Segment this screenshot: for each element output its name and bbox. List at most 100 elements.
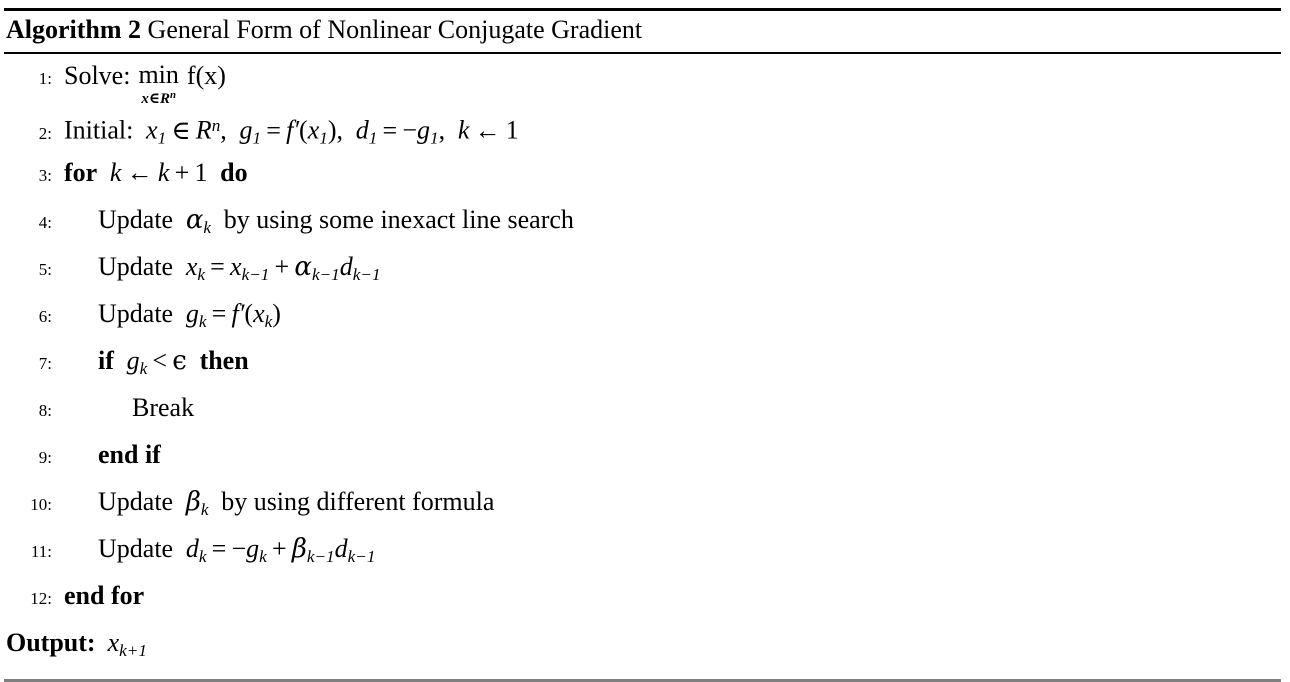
equals-sign: = bbox=[210, 252, 225, 281]
output-var: x bbox=[107, 628, 120, 657]
algorithm-step-10: 10: Update βk by using different formula bbox=[0, 485, 1290, 532]
alpha-sub: k bbox=[203, 217, 211, 237]
step-content: Break bbox=[132, 393, 195, 422]
k-var: k bbox=[109, 158, 122, 187]
step-number: 9: bbox=[38, 448, 52, 467]
step-number: 12: bbox=[30, 589, 52, 608]
step-number: 1: bbox=[38, 69, 52, 88]
neg-g-sub: 1 bbox=[430, 128, 439, 148]
beta-sub: k−1 bbox=[306, 546, 335, 566]
k-var: k bbox=[457, 115, 470, 145]
set-r: R bbox=[195, 115, 212, 145]
min-domain-var: x bbox=[141, 90, 149, 107]
less-than-sign: < bbox=[152, 346, 168, 375]
min-domain-set: R bbox=[159, 90, 170, 107]
keyword-then: then bbox=[199, 346, 249, 375]
equals-sign: = bbox=[211, 534, 227, 563]
g-sub: k bbox=[259, 546, 267, 566]
step-number: 11: bbox=[30, 542, 52, 561]
d-sub: 1 bbox=[368, 128, 378, 148]
d-var: d bbox=[355, 115, 369, 145]
step-10-text: by using different formula bbox=[221, 487, 495, 516]
equals-2: = bbox=[382, 115, 398, 145]
k-value: 1 bbox=[505, 115, 519, 145]
algorithm-step-12: 12: end for bbox=[0, 579, 1290, 626]
element-of-icon: ∈ bbox=[148, 90, 160, 107]
algorithm-title: Algorithm 2 General Form of Nonlinear Co… bbox=[0, 11, 1290, 47]
step-number: 8: bbox=[38, 401, 52, 420]
g-var: g bbox=[185, 299, 199, 328]
step-content: Update xk = xk−1 + αk−1dk−1 bbox=[54, 250, 381, 292]
step-content: Update gk = f′(xk) bbox=[54, 297, 281, 339]
min-domain-exp: n bbox=[169, 89, 176, 101]
update-verb: Update bbox=[98, 252, 174, 281]
algorithm-step-9: 9: end if bbox=[0, 438, 1290, 485]
plus-sign: + bbox=[274, 252, 290, 281]
algorithm-step-8: 8: Break bbox=[0, 391, 1290, 438]
f-prime: f′ bbox=[231, 299, 245, 328]
element-of-icon: ∈ bbox=[171, 115, 191, 145]
step-content: Update βk by using different formula bbox=[54, 485, 494, 527]
step-number: 4: bbox=[38, 213, 52, 232]
d-var: d bbox=[339, 252, 353, 281]
algorithm-output: Output: xk+1 bbox=[0, 626, 1290, 670]
algorithm-label: Algorithm 2 bbox=[6, 15, 142, 44]
initial-label: Initial: bbox=[64, 115, 134, 145]
step-number: 5: bbox=[38, 260, 52, 279]
algorithm-step-6: 6: Update gk = f′(xk) bbox=[0, 297, 1290, 344]
keyword-if: if bbox=[98, 346, 114, 375]
step-content: if gk < ϵ then bbox=[54, 344, 249, 386]
update-verb: Update bbox=[98, 299, 174, 328]
output-sub: k+1 bbox=[119, 640, 147, 660]
x-sub-2: k−1 bbox=[241, 264, 270, 284]
min-domain: x∈Rn bbox=[141, 88, 176, 107]
min-operator: min x∈Rn bbox=[138, 61, 178, 107]
paren-close: ) bbox=[272, 299, 281, 328]
solve-label: Solve: bbox=[64, 61, 131, 90]
g-var: g bbox=[246, 534, 260, 563]
fprime-arg: x bbox=[307, 115, 320, 145]
output-label: Output: bbox=[6, 628, 96, 657]
step-number: 6: bbox=[38, 307, 52, 326]
keyword-do: do bbox=[220, 158, 248, 187]
algorithm-steps: 1: Solve: min x∈Rn f(x) 2: Initial: x1 ∈ R… bbox=[0, 54, 1290, 670]
step-number: 7: bbox=[38, 354, 52, 373]
x-sub: 1 bbox=[157, 128, 167, 148]
d-sub-2: k−1 bbox=[347, 546, 376, 566]
minus-sign: − bbox=[231, 534, 247, 563]
output-value: xk+1 bbox=[96, 626, 147, 668]
neg-g-var: g bbox=[417, 115, 431, 145]
epsilon-symbol: ϵ bbox=[172, 346, 187, 376]
alpha-symbol: α bbox=[185, 205, 204, 235]
equals-sign: = bbox=[211, 299, 227, 328]
plus-sign: + bbox=[271, 534, 287, 563]
step-content: for k ← k +1 do bbox=[54, 156, 248, 190]
alpha-symbol: α bbox=[294, 252, 312, 282]
plus-sign: + bbox=[174, 158, 190, 187]
g-var: g bbox=[126, 346, 140, 375]
keyword-for: for bbox=[64, 158, 98, 187]
algorithm-step-1: 1: Solve: min x∈Rn f(x) bbox=[0, 61, 1290, 109]
beta-symbol: β bbox=[291, 534, 307, 564]
d-sub: k−1 bbox=[352, 264, 381, 284]
d-var-2: d bbox=[334, 534, 348, 563]
assign-arrow-icon: ← bbox=[126, 158, 153, 187]
f-prime: f′ bbox=[286, 115, 300, 145]
x-var: x bbox=[146, 115, 158, 145]
update-verb: Update bbox=[98, 534, 174, 563]
step-content: Update αk by using some inexact line sea… bbox=[54, 203, 574, 245]
g-sub: 1 bbox=[252, 128, 262, 148]
fprime-arg-sub: 1 bbox=[319, 128, 328, 148]
assign-arrow-icon: ← bbox=[474, 115, 501, 145]
set-exp: n bbox=[211, 116, 221, 135]
x-var: x bbox=[185, 252, 198, 281]
g-var: g bbox=[239, 115, 253, 145]
algorithm-step-2: 2: Initial: x1 ∈ Rn, g1 = f′(x1), d1 = −g1, k ←… bbox=[0, 109, 1290, 156]
algorithm-title-text: General Form of Nonlinear Conjugate Grad… bbox=[147, 15, 643, 44]
algorithm-step-11: 11: Update dk = −gk + βk−1dk−1 bbox=[0, 532, 1290, 579]
objective-function: f(x) bbox=[186, 61, 226, 90]
step-number: 10: bbox=[30, 495, 52, 514]
x-var-2: x bbox=[230, 252, 242, 281]
paren-open: ( bbox=[244, 299, 254, 328]
algorithm-step-7: 7: if gk < ϵ then bbox=[0, 344, 1290, 391]
